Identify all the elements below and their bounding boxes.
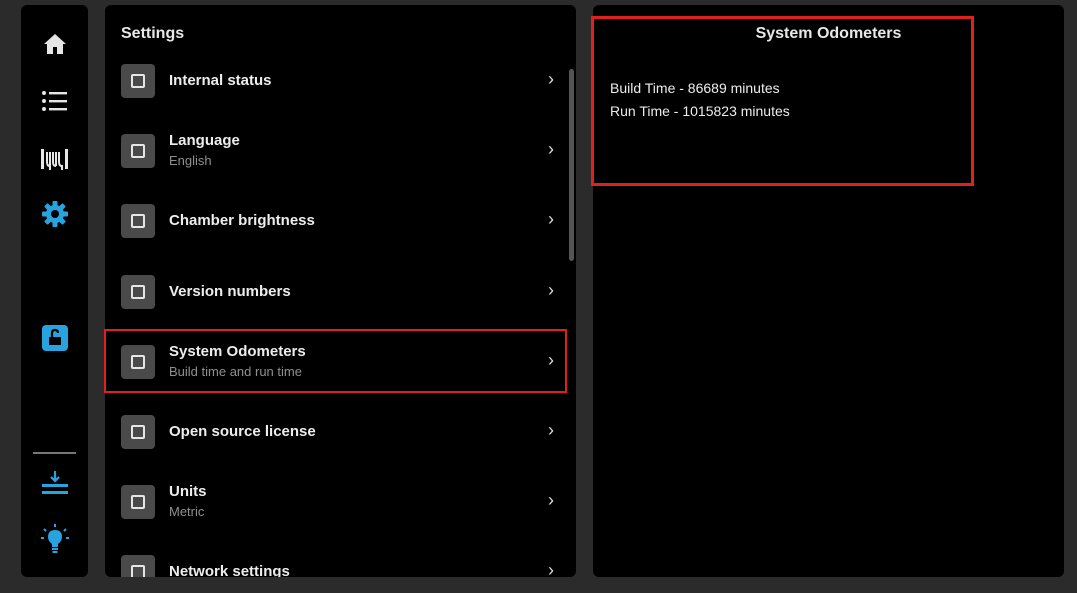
list-icon[interactable] (21, 89, 88, 113)
unlock-icon[interactable] (21, 325, 88, 351)
settings-item-units[interactable]: Units Metric › (105, 471, 565, 531)
detail-panel: System Odometers Build Time - 86689 minu… (593, 5, 1064, 577)
chevron-right-icon: › (548, 560, 554, 577)
home-icon[interactable] (21, 32, 88, 56)
chevron-right-icon: › (548, 209, 554, 229)
download-tray-icon[interactable] (21, 469, 88, 497)
chevron-right-icon: › (548, 420, 554, 440)
settings-item-chamber-brightness[interactable]: Chamber brightness › (105, 190, 565, 250)
settings-item-version-numbers[interactable]: Version numbers › (105, 261, 565, 321)
settings-item-label: System Odometers (169, 343, 306, 360)
checkbox-icon (121, 275, 155, 309)
nav-rail (21, 5, 88, 577)
chevron-right-icon: › (548, 280, 554, 300)
settings-item-sublabel: English (169, 153, 212, 168)
checkbox-icon (121, 555, 155, 577)
settings-item-network-settings[interactable]: Network settings › (105, 541, 565, 577)
settings-item-language[interactable]: Language English › (105, 120, 565, 180)
gear-icon[interactable] (21, 201, 88, 227)
settings-item-system-odometers[interactable]: System Odometers Build time and run time… (105, 331, 565, 391)
checkbox-icon (121, 345, 155, 379)
checkbox-icon (121, 64, 155, 98)
settings-item-label: Language (169, 132, 240, 149)
chevron-right-icon: › (548, 350, 554, 370)
settings-item-sublabel: Build time and run time (169, 364, 302, 379)
settings-item-label: Network settings (169, 563, 290, 577)
run-time-text: Run Time - 1015823 minutes (610, 103, 790, 119)
nav-divider (33, 452, 76, 454)
checkbox-icon (121, 415, 155, 449)
chevron-right-icon: › (548, 69, 554, 89)
filament-icon[interactable] (21, 146, 88, 172)
settings-item-label: Open source license (169, 423, 316, 440)
settings-item-label: Version numbers (169, 283, 291, 300)
settings-item-label: Internal status (169, 72, 272, 89)
settings-item-label: Chamber brightness (169, 212, 315, 229)
settings-item-internal-status[interactable]: Internal status › (105, 50, 565, 110)
light-bulb-icon[interactable] (21, 523, 88, 557)
settings-title: Settings (121, 25, 185, 42)
checkbox-icon (121, 204, 155, 238)
settings-item-label: Units (169, 483, 207, 500)
checkbox-icon (121, 134, 155, 168)
chevron-right-icon: › (548, 490, 554, 510)
settings-item-open-source-license[interactable]: Open source license › (105, 401, 565, 461)
build-time-text: Build Time - 86689 minutes (610, 80, 780, 96)
scrollbar[interactable] (569, 69, 574, 261)
chevron-right-icon: › (548, 139, 554, 159)
checkbox-icon (121, 485, 155, 519)
detail-title: System Odometers (755, 25, 902, 42)
settings-item-sublabel: Metric (169, 504, 205, 519)
settings-panel: Settings Internal status › Language Engl… (105, 5, 576, 577)
